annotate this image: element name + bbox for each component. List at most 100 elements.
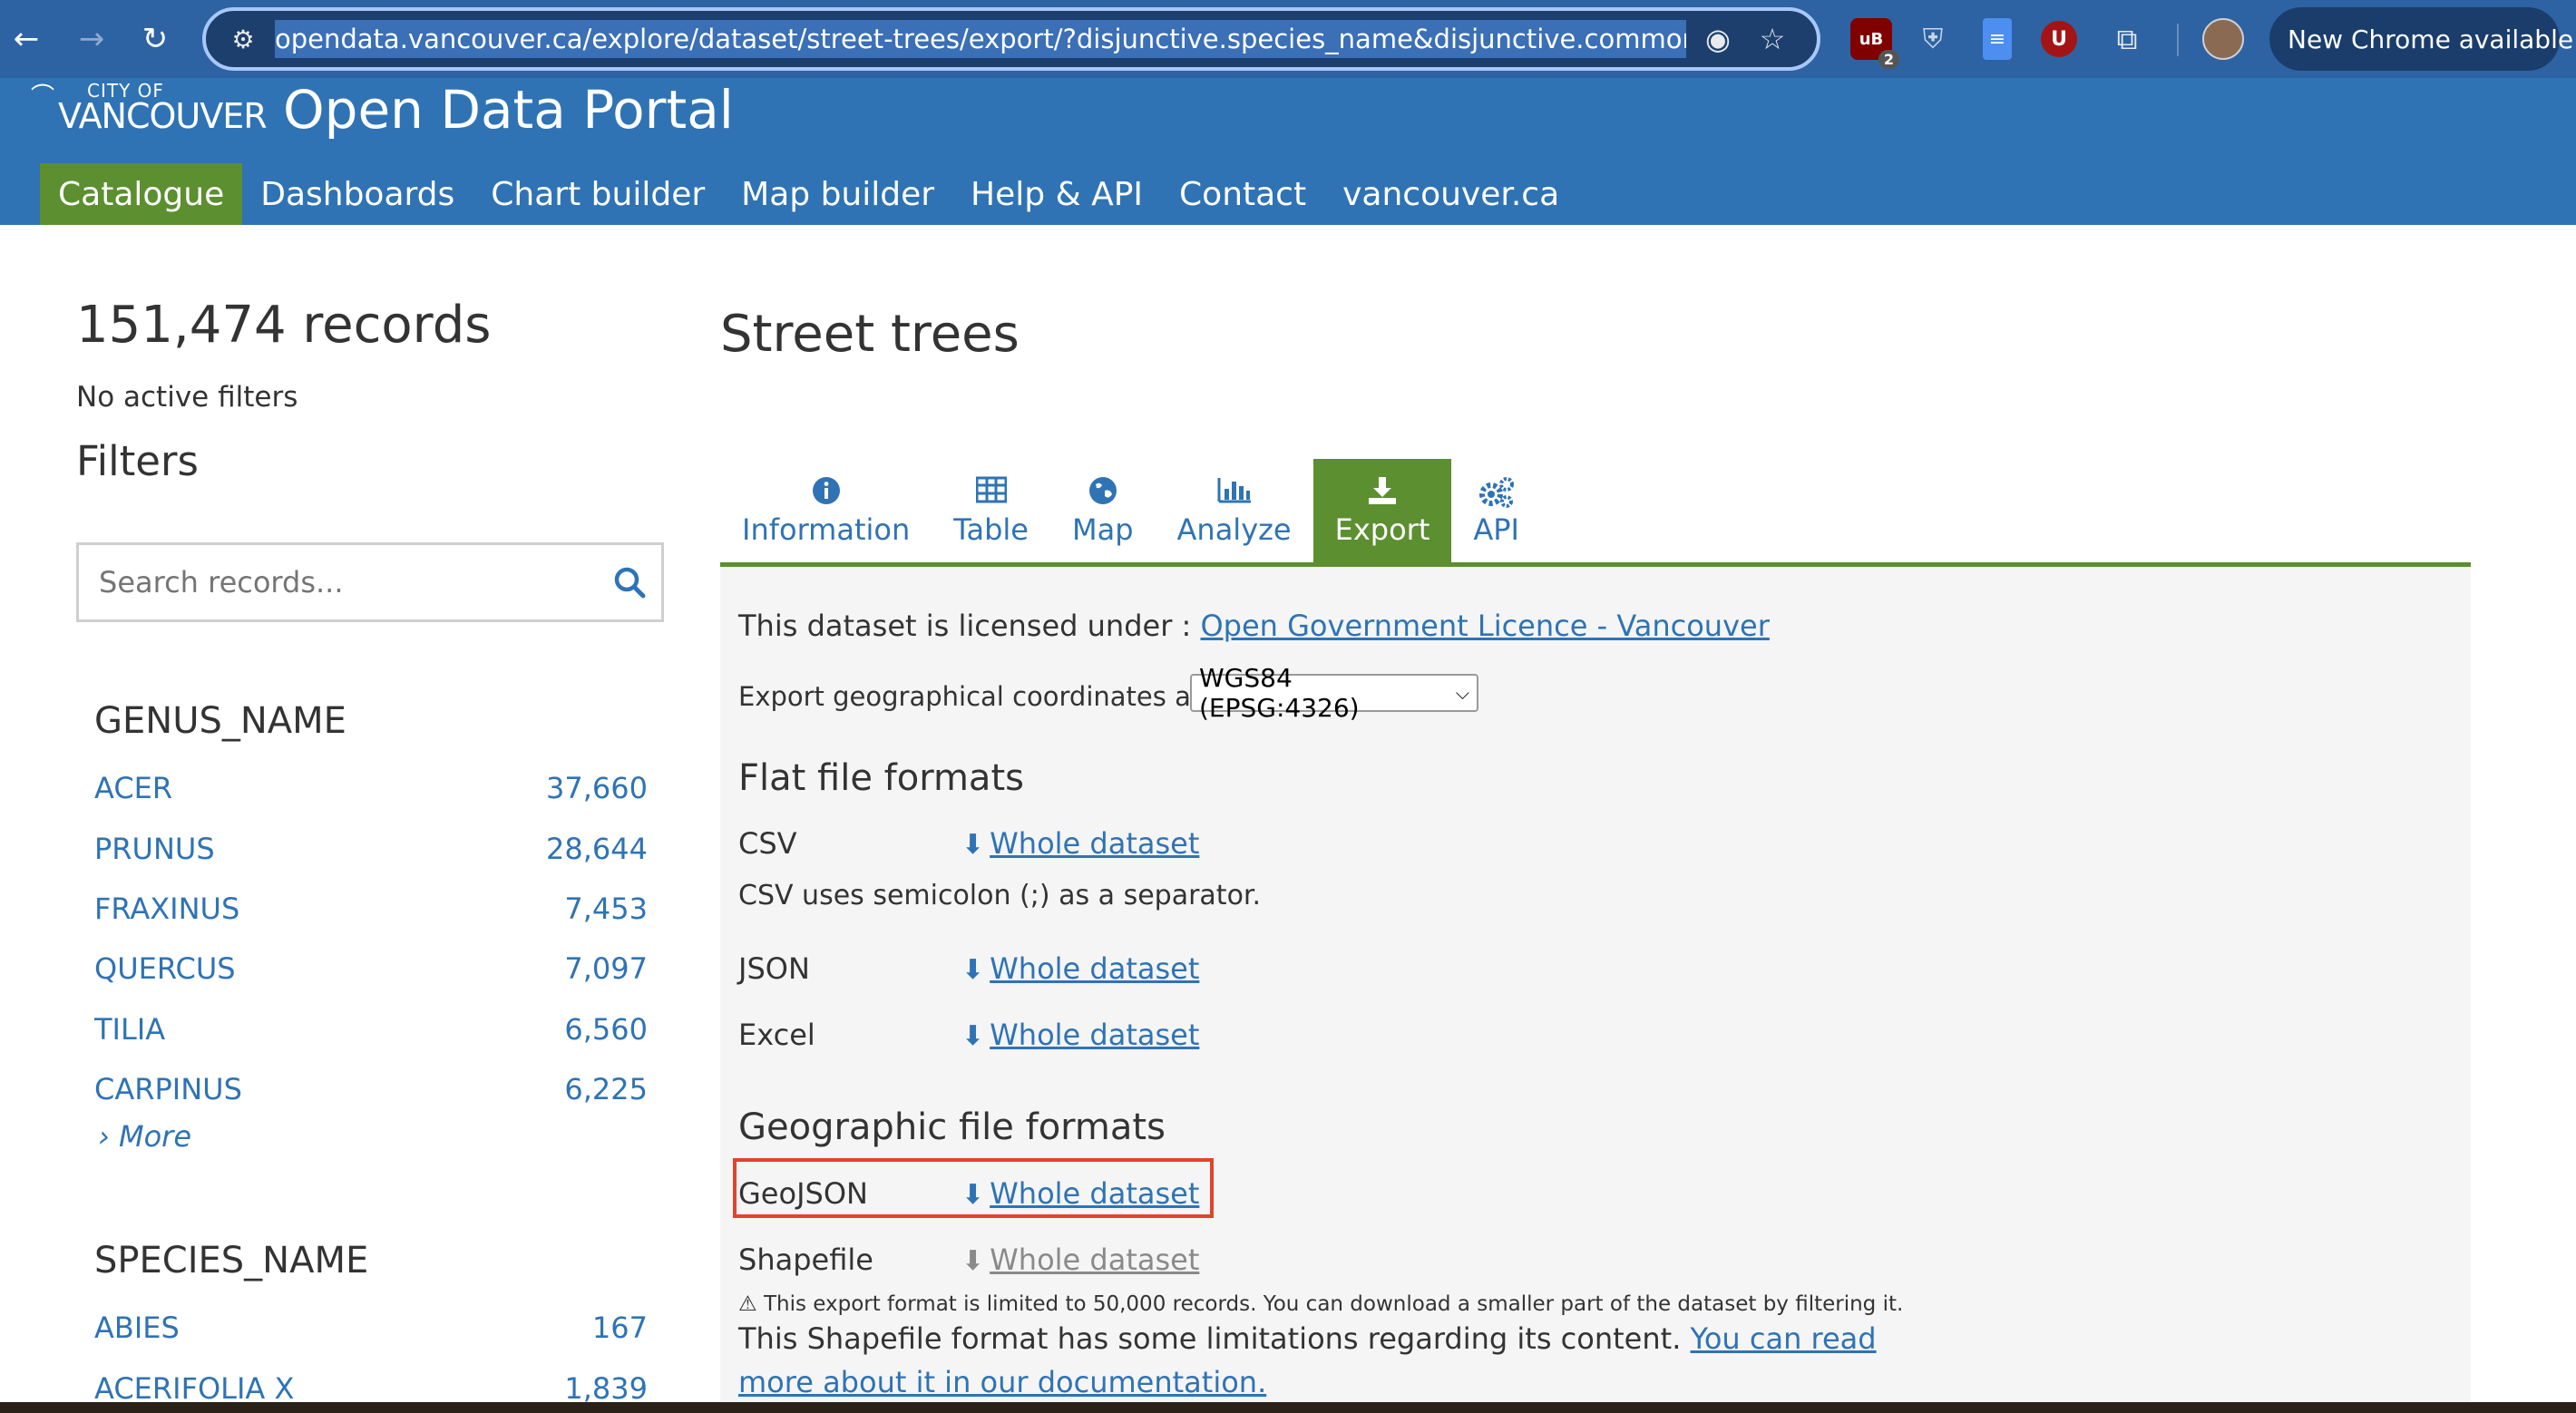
search-input[interactable] (79, 545, 598, 619)
format-csv-label: CSV (738, 826, 797, 861)
facet-item-name[interactable]: PRUNUS (94, 832, 215, 866)
facet-item[interactable]: ACER 37,660 (94, 758, 648, 818)
tab-information[interactable]: Information (720, 459, 932, 564)
tab-label: Export (1334, 512, 1430, 547)
nav-dashboards[interactable]: Dashboards (242, 163, 473, 225)
facet-title[interactable]: GENUS_NAME (94, 700, 648, 758)
nav-vancouver-ca[interactable]: vancouver.ca (1324, 163, 1577, 225)
document-extension-icon[interactable]: ≡ (1983, 18, 2012, 60)
excel-download-link[interactable]: ⬇ Whole dataset (961, 1018, 1199, 1052)
nav-map-builder[interactable]: Map builder (723, 163, 952, 225)
portal-title[interactable]: Open Data Portal (283, 78, 734, 141)
download-link-label: Whole dataset (990, 951, 1200, 986)
coords-select-value: WGS84 (EPSG:4326) (1199, 663, 1360, 723)
url-text[interactable]: opendata.vancouver.ca/explore/dataset/st… (275, 20, 1686, 58)
facet-item-count: 1,839 (564, 1370, 648, 1406)
coords-select[interactable]: WGS84 (EPSG:4326) ⌵ (1190, 663, 1478, 723)
profile-avatar[interactable] (2202, 18, 2244, 60)
search-icon[interactable] (598, 545, 661, 619)
info-icon (812, 476, 841, 509)
facet-item-name[interactable]: CARPINUS (94, 1072, 242, 1106)
gears-icon (1478, 476, 1515, 509)
filters-heading: Filters (76, 437, 199, 485)
site-header: ⌒ CITY OF VANCOUVER Open Data Portal Cat… (0, 78, 2576, 225)
facet-item-name[interactable]: ACERIFOLIA X (94, 1371, 294, 1406)
facet-item-count: 167 (591, 1311, 648, 1346)
u-extension-icon[interactable]: U (2041, 21, 2077, 57)
chevron-down-icon: ⌵ (1455, 682, 1469, 704)
city-logo[interactable]: ⌒ CITY OF VANCOUVER (31, 78, 268, 141)
nav-catalogue[interactable]: Catalogue (40, 163, 243, 225)
facet-item-name[interactable]: FRAXINUS (94, 892, 239, 926)
tab-export[interactable]: Export (1312, 459, 1452, 564)
download-link-label: Whole dataset (990, 1018, 1200, 1052)
facet-item-name[interactable]: QUERCUS (94, 951, 236, 986)
coords-label: Export geographical coordinates as: (738, 681, 1214, 712)
facet-item[interactable]: ABIES 167 (94, 1298, 648, 1358)
tab-map[interactable]: Map (1050, 459, 1156, 564)
tab-table[interactable]: Table (932, 459, 1050, 564)
facet-more-link[interactable]: › More (94, 1119, 648, 1154)
facet-item-name[interactable]: ABIES (94, 1311, 180, 1345)
new-chrome-button[interactable]: New Chrome available ⋮ (2269, 7, 2573, 71)
download-icon: ⬇ (961, 1179, 985, 1211)
nav-chart-builder[interactable]: Chart builder (473, 163, 723, 225)
facet-item[interactable]: FRAXINUS 7,453 (94, 879, 648, 939)
filters-status: No active filters (76, 381, 298, 414)
logo-bird-icon: ⌒ (31, 83, 55, 111)
download-icon (1367, 476, 1398, 509)
warning-icon: ⚠ (738, 1292, 764, 1316)
tab-label: Table (953, 512, 1029, 547)
geo-formats-heading: Geographic file formats (738, 1106, 1166, 1148)
dataset-tabs: Information Table Map Analyze Export API (720, 459, 1541, 564)
documentation-link-continued[interactable]: more about it in our documentation. (738, 1365, 1266, 1399)
facet-item-name[interactable]: TILIA (94, 1012, 165, 1047)
facet-title[interactable]: SPECIES_NAME (94, 1240, 648, 1298)
shapefile-limit-note: ⚠ This export format is limited to 50,00… (738, 1292, 1903, 1316)
desktop-strip (0, 1402, 2576, 1413)
license-line: This dataset is licensed under : Open Go… (738, 609, 1770, 643)
shapefile-download-link[interactable]: ⬇ Whole dataset (961, 1242, 1199, 1277)
export-panel: This dataset is licensed under : Open Go… (720, 567, 2471, 1413)
facet-item-count: 6,225 (564, 1072, 648, 1107)
facet-item[interactable]: QUERCUS 7,097 (94, 939, 648, 999)
flat-formats-heading: Flat file formats (738, 757, 1024, 799)
ublock-extension-icon[interactable]: uB 2 (1850, 18, 1899, 69)
license-prefix: This dataset is licensed under : (738, 609, 1201, 643)
json-download-link[interactable]: ⬇ Whole dataset (961, 951, 1199, 986)
bookmark-star-icon[interactable]: ☆ (1750, 16, 1795, 62)
tab-label: API (1473, 512, 1519, 547)
forward-arrow-icon[interactable]: → (69, 16, 114, 62)
format-json-label: JSON (738, 951, 810, 986)
lens-icon[interactable]: ◉ (1695, 16, 1741, 62)
nav-contact[interactable]: Contact (1161, 163, 1324, 225)
extensions-puzzle-icon[interactable]: ⧉ (2106, 18, 2148, 60)
main-nav: Catalogue Dashboards Chart builder Map b… (40, 163, 1577, 225)
csv-download-link[interactable]: ⬇ Whole dataset (961, 826, 1199, 861)
site-info-icon[interactable]: ⚙ (220, 16, 266, 62)
records-count: 151,474 records (76, 296, 492, 355)
documentation-link[interactable]: You can read (1691, 1321, 1877, 1356)
toolbar-divider (2177, 24, 2179, 56)
facet-item[interactable]: PRUNUS 28,644 (94, 818, 648, 878)
download-link-label: Whole dataset (990, 1242, 1200, 1277)
download-link-label: Whole dataset (990, 826, 1200, 861)
license-link[interactable]: Open Government Licence - Vancouver (1200, 609, 1769, 643)
bar-chart-icon (1217, 476, 1252, 509)
search-box (76, 542, 664, 622)
facet-item-name[interactable]: ACER (94, 771, 172, 805)
facet-item[interactable]: CARPINUS 6,225 (94, 1059, 648, 1119)
nav-help-api[interactable]: Help & API (952, 163, 1161, 225)
facet-item-count: 7,097 (564, 951, 648, 987)
reload-icon[interactable]: ↻ (132, 16, 178, 62)
csv-note: CSV uses semicolon (;) as a separator. (738, 880, 1262, 911)
facet-item[interactable]: TILIA 6,560 (94, 999, 648, 1059)
geojson-download-link[interactable]: ⬇ Whole dataset (961, 1176, 1199, 1211)
back-arrow-icon[interactable]: ← (4, 16, 49, 62)
tab-api[interactable]: API (1451, 459, 1541, 564)
tab-analyze[interactable]: Analyze (1156, 459, 1313, 564)
address-bar[interactable]: ⚙ opendata.vancouver.ca/explore/dataset/… (202, 7, 1820, 71)
tab-label: Analyze (1176, 512, 1292, 547)
shield-extension-icon[interactable]: ⛨ (1912, 18, 1954, 60)
new-chrome-label: New Chrome available (2288, 24, 2574, 54)
